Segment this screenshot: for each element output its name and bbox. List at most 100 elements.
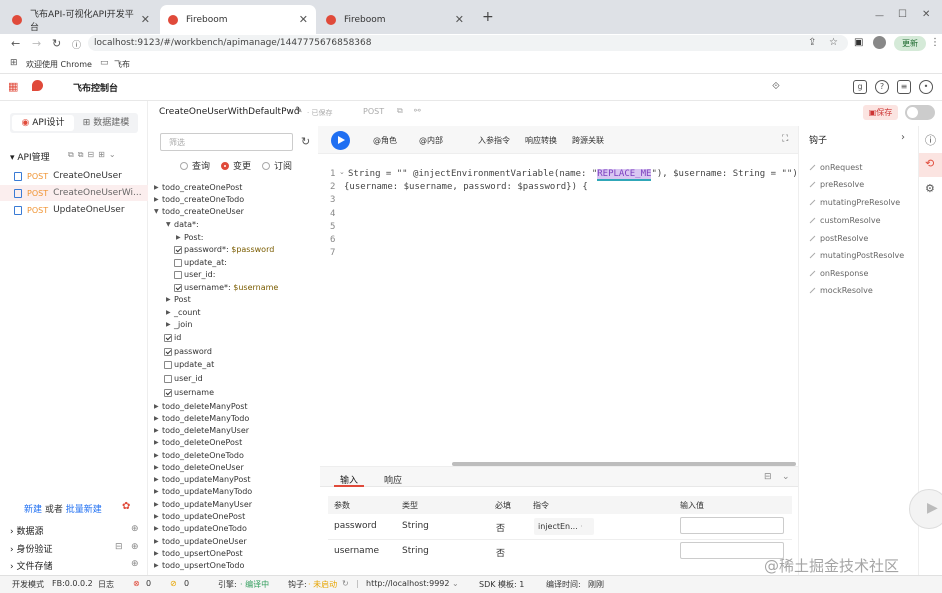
tree-node[interactable]: ▼ data*: <box>166 220 199 229</box>
checkbox[interactable] <box>174 283 182 292</box>
close-icon[interactable]: ✕ <box>299 13 308 26</box>
directive-chip[interactable]: injectEn... · <box>534 518 594 535</box>
tree-node[interactable]: ▶ todo_updateOnePost <box>154 512 245 521</box>
checkbox[interactable] <box>174 270 182 279</box>
tree-node[interactable]: ▶ todo_upsertOneTodo <box>154 561 244 570</box>
tree-node[interactable]: id <box>164 333 181 342</box>
run-button[interactable] <box>331 131 350 150</box>
collapse-icon[interactable]: ⌄ <box>782 472 790 482</box>
api-item[interactable]: POST CreateOneUser <box>14 171 122 181</box>
connect-icon[interactable]: ⟐ <box>772 81 780 92</box>
checkbox[interactable] <box>164 347 172 356</box>
help-icon[interactable]: ? <box>875 80 889 94</box>
browser-tab-active[interactable]: Fireboom ✕ <box>160 5 316 34</box>
hook-item[interactable]: onRequest <box>809 163 862 172</box>
site-info-icon[interactable]: ⓘ <box>72 38 81 51</box>
grid-menu-icon[interactable]: ▦ <box>8 80 18 93</box>
close-icon[interactable]: ✕ <box>455 13 464 26</box>
tree-node[interactable]: ▶ todo_deleteOnePost <box>154 438 242 447</box>
forward-icon[interactable]: → <box>32 37 41 50</box>
sdk-template[interactable]: SDK 模板: 1 <box>479 579 524 590</box>
tree-node[interactable]: ▶ todo_updateOneTodo <box>154 524 247 533</box>
tree-node[interactable]: user_id <box>164 374 203 383</box>
chevron-right-icon[interactable]: › <box>901 132 905 143</box>
tree-node[interactable]: ▶ todo_updateManyPost <box>154 475 251 484</box>
cross-source-button[interactable]: 跨源关联 <box>572 135 604 146</box>
host-url[interactable]: http://localhost:9992 <box>366 579 449 588</box>
notification-icon[interactable]: • <box>919 80 933 94</box>
response-transform-button[interactable]: 响应转换 <box>525 135 557 146</box>
tree-node[interactable]: ▶ todo_createOnePost <box>154 183 242 192</box>
info-icon[interactable]: ⓘ <box>925 132 936 148</box>
browser-tab[interactable]: Fireboom ✕ <box>318 5 472 34</box>
add-icon[interactable]: ⊕ <box>131 524 139 534</box>
chevron-down-icon[interactable]: ⌄ <box>452 579 459 588</box>
hook-item[interactable]: mutatingPostResolve <box>809 251 904 260</box>
tree-node[interactable]: ▶ Post: <box>176 233 203 242</box>
new-tab-button[interactable]: + <box>482 9 494 25</box>
checkbox[interactable] <box>164 388 172 397</box>
checkbox[interactable] <box>174 258 182 267</box>
hook-item[interactable]: postResolve <box>809 234 868 243</box>
radio-query[interactable] <box>180 161 188 170</box>
edit-pencil-icon[interactable]: ✎ <box>295 106 303 116</box>
url-input[interactable]: localhost:9123/#/workbench/apimanage/144… <box>88 35 848 51</box>
filter-input[interactable]: 筛选 <box>160 133 293 151</box>
link-icon[interactable]: ⚯ <box>414 106 421 115</box>
toggle-switch[interactable] <box>905 105 935 120</box>
batch-new-link[interactable]: 批量新建 <box>66 505 102 515</box>
tree-node[interactable]: ▶ todo_deleteManyPost <box>154 402 248 411</box>
radio-mutation[interactable] <box>221 161 230 170</box>
section-datasource[interactable]: › 数据源 <box>10 524 43 537</box>
tree-node[interactable]: password <box>164 347 212 356</box>
add-icon[interactable]: ⊕ <box>131 542 139 552</box>
checkbox[interactable] <box>164 360 172 369</box>
tree-node[interactable]: user_id: <box>174 270 215 279</box>
floating-next-button[interactable]: ▶ <box>909 489 942 529</box>
role-button[interactable]: @角色 <box>373 135 397 146</box>
tab-api-design[interactable]: ◉ API设计 <box>12 115 74 131</box>
sidepanel-icon[interactable]: ▣ <box>854 37 863 48</box>
new-api-link[interactable]: 新建 <box>24 505 42 515</box>
save-button[interactable]: ▣保存 <box>863 105 898 120</box>
api-item[interactable]: POST UpdateOneUser <box>14 205 125 215</box>
tree-node[interactable]: ▶ todo_deleteOneTodo <box>154 451 244 460</box>
api-manage-title[interactable]: ▾ API管理 <box>10 150 50 163</box>
hook-item[interactable]: mutatingPreResolve <box>809 198 900 207</box>
code-editor[interactable]: 1 2 3 4 5 6 7 ⌄ String = "" @injectEnvir… <box>320 154 809 466</box>
tree-node[interactable]: update_at: <box>174 258 227 267</box>
internal-button[interactable]: @内部 <box>419 135 443 146</box>
back-icon[interactable]: ← <box>11 37 20 50</box>
radio-subscription[interactable] <box>262 161 271 170</box>
tree-node[interactable]: password*: $password <box>174 245 274 254</box>
github-icon[interactable]: g <box>853 80 867 94</box>
input-directive-button[interactable]: 入参指令 <box>478 135 510 146</box>
window-close-icon[interactable]: ✕ <box>922 9 930 20</box>
panel-layout-icon[interactable]: ⊟ <box>764 472 772 482</box>
param-value-input[interactable] <box>680 517 784 534</box>
profile-avatar[interactable] <box>873 36 886 49</box>
add-icon[interactable]: ⊕ <box>131 559 139 569</box>
settings-icon[interactable]: ✿ <box>122 501 130 512</box>
bookmark-item[interactable]: 欢迎使用 Chrome <box>26 59 92 70</box>
section-storage[interactable]: › 文件存储 <box>10 559 52 572</box>
tree-node[interactable]: ▶ Post <box>166 295 191 304</box>
close-icon[interactable]: ✕ <box>141 13 150 26</box>
checkbox[interactable] <box>164 333 172 342</box>
tree-node[interactable]: ▶ todo_upsertOnePost <box>154 549 243 558</box>
share-icon[interactable]: ⇪ <box>808 37 816 48</box>
tree-node[interactable]: username*: $username <box>174 283 278 292</box>
hook-item[interactable]: onResponse <box>809 269 868 278</box>
minimize-icon[interactable]: — <box>875 11 884 21</box>
tree-node[interactable]: ▶ _count <box>166 308 201 317</box>
tree-node[interactable]: update_at <box>164 360 214 369</box>
tree-node[interactable]: ▶ todo_deleteManyTodo <box>154 414 249 423</box>
hook-item[interactable]: customResolve <box>809 216 881 225</box>
checkbox[interactable] <box>164 374 172 383</box>
apps-icon[interactable]: ⊞ <box>10 58 18 68</box>
update-button[interactable]: 更新 <box>894 36 926 51</box>
fullscreen-icon[interactable]: ⛶ <box>782 134 788 144</box>
refresh-icon[interactable]: ↻ <box>301 135 310 148</box>
api-manage-actions[interactable]: ⧉⧉⊟⊞⌄ <box>68 150 120 160</box>
tree-node[interactable]: ▶ todo_updateManyUser <box>154 500 252 509</box>
